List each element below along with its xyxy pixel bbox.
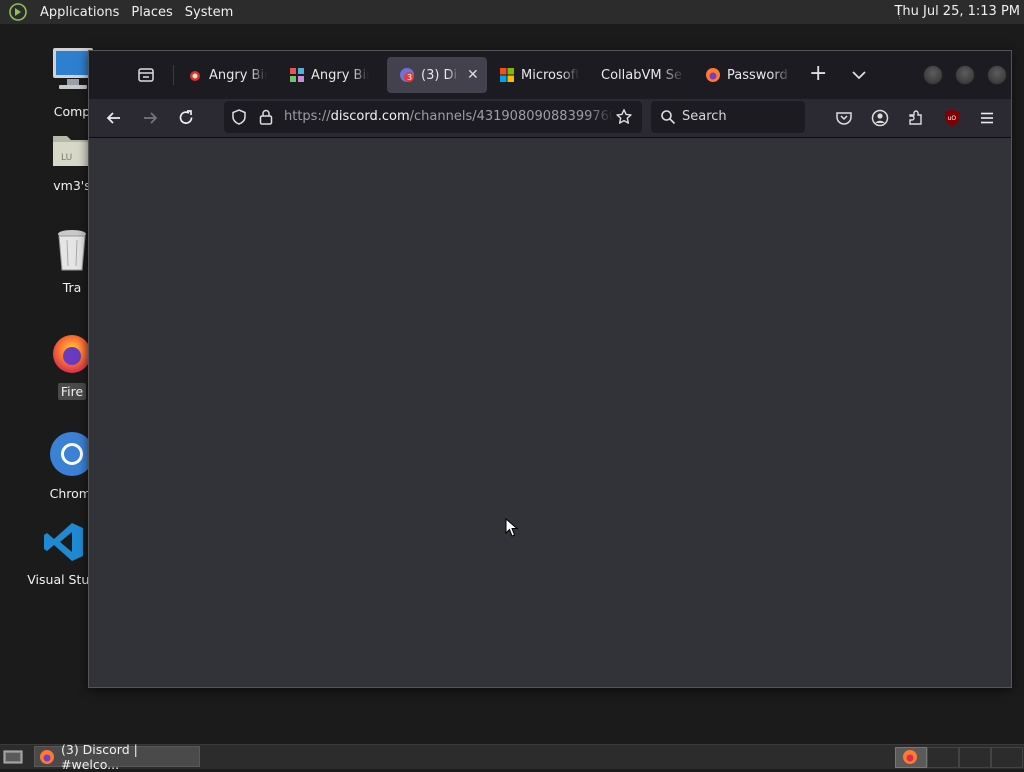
- workspace-1[interactable]: [895, 747, 927, 768]
- show-desktop-icon[interactable]: [3, 749, 23, 765]
- menu-places[interactable]: Places: [125, 5, 178, 20]
- desktop-icon-label: Comp: [53, 104, 91, 119]
- tab-title: Angry Birds: [209, 67, 267, 83]
- pocket-icon[interactable]: [834, 108, 854, 128]
- firefox-icon: [903, 750, 917, 764]
- clock[interactable]: Thu Jul 25, 1:13 PM: [894, 4, 1020, 19]
- maximize-button[interactable]: [955, 65, 975, 85]
- hamburger-menu-icon[interactable]: [977, 108, 997, 128]
- url-bar[interactable]: https://discord.com/channels/43190809088…: [224, 101, 642, 133]
- ublock-origin-icon[interactable]: uO: [942, 108, 962, 128]
- url-path: /channels/431908090883997604: [409, 109, 614, 124]
- tab-title: Microsoft: [521, 67, 579, 83]
- minimize-button[interactable]: [923, 65, 943, 85]
- tab-title: Angry Birds: [311, 67, 369, 83]
- lock-icon[interactable]: [258, 108, 274, 126]
- back-icon[interactable]: [104, 108, 124, 128]
- microsoft-icon: [500, 68, 514, 82]
- bookmark-star-icon[interactable]: [615, 108, 633, 126]
- forward-icon[interactable]: [140, 108, 160, 128]
- tab-title: Password: [727, 67, 788, 83]
- tab-angry-birds-2[interactable]: Angry Birds: [277, 57, 381, 93]
- angry-birds-icon: [190, 71, 200, 81]
- firefox-view-icon[interactable]: [135, 64, 157, 86]
- tab-title: CollabVM Se: [601, 67, 682, 83]
- mouse-cursor-icon: [505, 518, 519, 537]
- os-logo-icon[interactable]: [8, 2, 28, 22]
- search-placeholder: Search: [682, 109, 727, 124]
- url-domain: discord.com: [330, 109, 410, 124]
- page-content[interactable]: [89, 138, 1011, 687]
- tab-bar: Angry Birds Angry Birds 3 (3) Discord ✕ …: [89, 51, 1011, 99]
- extensions-icon[interactable]: [906, 108, 926, 128]
- tab-password[interactable]: Password: [693, 57, 801, 93]
- nav-toolbar: https://discord.com/channels/43190809088…: [89, 99, 1011, 138]
- workspace-2[interactable]: [927, 747, 959, 768]
- desktop-icon-label: Fire: [57, 383, 87, 400]
- search-icon: [661, 110, 676, 125]
- vscode-icon: [44, 523, 83, 561]
- tab-angry-birds-1[interactable]: Angry Birds: [175, 57, 279, 93]
- bottom-taskbar: (3) Discord | #welco...: [0, 742, 1024, 772]
- shield-icon[interactable]: [230, 108, 248, 126]
- tab-microsoft[interactable]: Microsoft: [487, 57, 587, 93]
- menu-system[interactable]: System: [179, 5, 239, 20]
- trash-icon: [58, 230, 86, 271]
- top-panel: Applications Places System Thu Jul 25, 1…: [0, 0, 1024, 25]
- tab-title: (3) Discord: [421, 67, 459, 83]
- taskbar-window-discord[interactable]: (3) Discord | #welco...: [34, 742, 200, 772]
- url-prefix: https://: [284, 109, 331, 124]
- desktop-icon-label: Tra: [62, 280, 82, 295]
- browser-window: Angry Birds Angry Birds 3 (3) Discord ✕ …: [88, 50, 1012, 688]
- url-text[interactable]: https://discord.com/channels/43190809088…: [284, 109, 614, 124]
- tab-discord[interactable]: 3 (3) Discord ✕: [387, 57, 487, 93]
- firefox-icon: [706, 68, 720, 82]
- svg-text:LU: LU: [61, 153, 72, 163]
- workspace-4[interactable]: [991, 747, 1023, 768]
- account-icon[interactable]: [870, 108, 890, 128]
- notification-badge: 3: [407, 73, 412, 82]
- menu-applications[interactable]: Applications: [34, 5, 125, 20]
- search-box[interactable]: Search: [651, 101, 805, 133]
- tab-separator: [173, 65, 174, 85]
- workspace-3[interactable]: [959, 747, 991, 768]
- svg-text:uO: uO: [948, 115, 957, 122]
- new-tab-icon[interactable]: +: [809, 63, 827, 85]
- chevron-down-icon[interactable]: [849, 65, 869, 85]
- tab-collabvm[interactable]: CollabVM Se: [587, 57, 691, 93]
- reload-icon[interactable]: [176, 108, 196, 128]
- discord-icon: 3: [400, 68, 414, 82]
- angry-birds-grid-icon: [290, 68, 304, 82]
- close-window-button[interactable]: [987, 65, 1007, 85]
- firefox-icon: [40, 749, 54, 764]
- taskbar-window-title: (3) Discord | #welco...: [61, 741, 138, 772]
- close-tab-icon[interactable]: ✕: [467, 67, 479, 83]
